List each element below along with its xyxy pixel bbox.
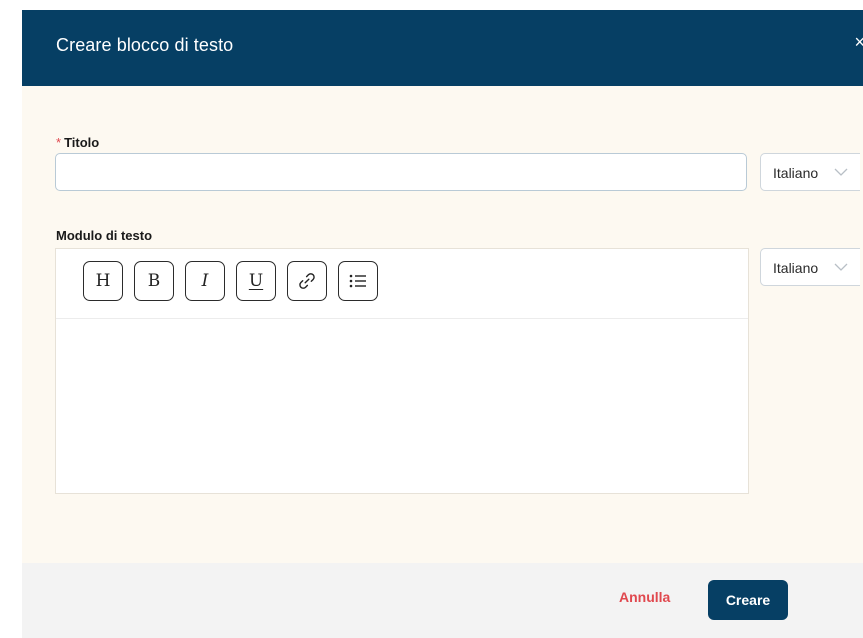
italic-icon: I [201,271,209,291]
title-input[interactable] [55,153,747,191]
create-text-block-modal: Creare blocco di testo × * Titolo Italian… [22,10,863,638]
heading-button[interactable]: H [83,261,123,301]
text-module-language-value: Italiano [773,260,819,276]
bold-icon: B [147,271,161,291]
text-module-label: Modulo di testo [56,228,153,243]
modal-body: *Titolo Italiano Modulo di testo H B I [22,86,863,563]
italic-button[interactable]: I [185,261,225,301]
link-button[interactable] [287,261,327,301]
title-language-value: Italiano [773,165,819,181]
editor-toolbar: H B I U [56,249,748,319]
underline-icon: U [248,271,264,291]
title-label-text: Titolo [64,135,100,150]
close-icon[interactable]: × [854,32,863,53]
chevron-down-icon [834,168,848,176]
rich-text-editor: H B I U [55,248,749,494]
chevron-down-icon [834,263,848,271]
required-mark: * [56,135,62,150]
modal-title: Creare blocco di testo [56,35,234,55]
modal-footer: Annulla Creare [22,563,863,638]
cancel-button[interactable]: Annulla [619,589,670,605]
title-language-select[interactable]: Italiano [760,153,860,191]
text-module-language-select[interactable]: Italiano [760,248,860,286]
heading-icon: H [95,271,111,291]
title-field-label: * Titolo [56,135,99,150]
editor-content-area[interactable] [56,319,748,494]
create-button[interactable]: Creare [708,580,788,620]
bulleted-list-icon [349,274,366,288]
bold-button[interactable]: B [134,261,174,301]
link-icon [299,273,315,289]
underline-button[interactable]: U [236,261,276,301]
modal-header: Creare blocco di testo × [22,10,863,86]
list-button[interactable] [338,261,378,301]
